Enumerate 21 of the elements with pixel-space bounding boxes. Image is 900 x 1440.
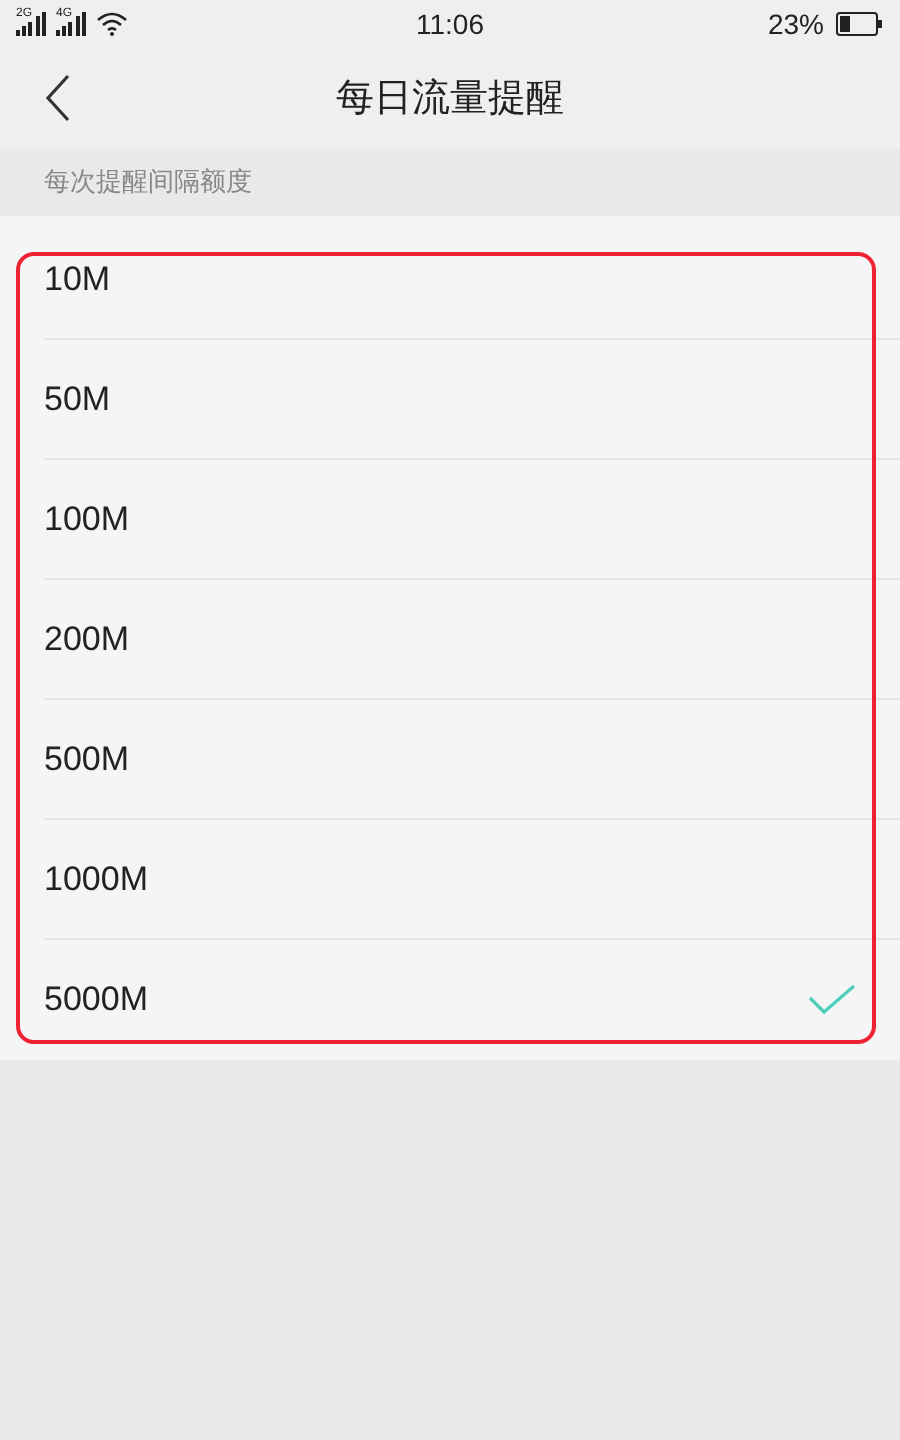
battery-percent: 23% (767, 8, 824, 40)
option-row[interactable]: 100M (44, 460, 900, 580)
wifi-icon (96, 12, 128, 36)
option-row[interactable]: 1000M (44, 820, 900, 940)
option-label: 5000M (44, 980, 150, 1020)
battery-icon (836, 12, 884, 36)
section-label: 每次提醒间隔额度 (44, 164, 252, 200)
option-label: 10M (44, 259, 113, 299)
option-label: 200M (44, 619, 132, 659)
clock-time: 11:06 (416, 8, 484, 40)
option-row[interactable]: 10M (44, 220, 900, 340)
option-row[interactable]: 200M (44, 580, 900, 700)
option-row[interactable]: 50M (44, 340, 900, 460)
page-title: 每日流量提醒 (334, 76, 566, 124)
back-chevron-icon (44, 74, 72, 122)
option-row[interactable]: 500M (44, 700, 900, 820)
option-row[interactable]: 5000M (44, 940, 900, 1060)
option-label: 1000M (44, 859, 150, 899)
option-label: 100M (44, 499, 132, 539)
option-label: 500M (44, 739, 132, 779)
option-label: 50M (44, 379, 113, 419)
